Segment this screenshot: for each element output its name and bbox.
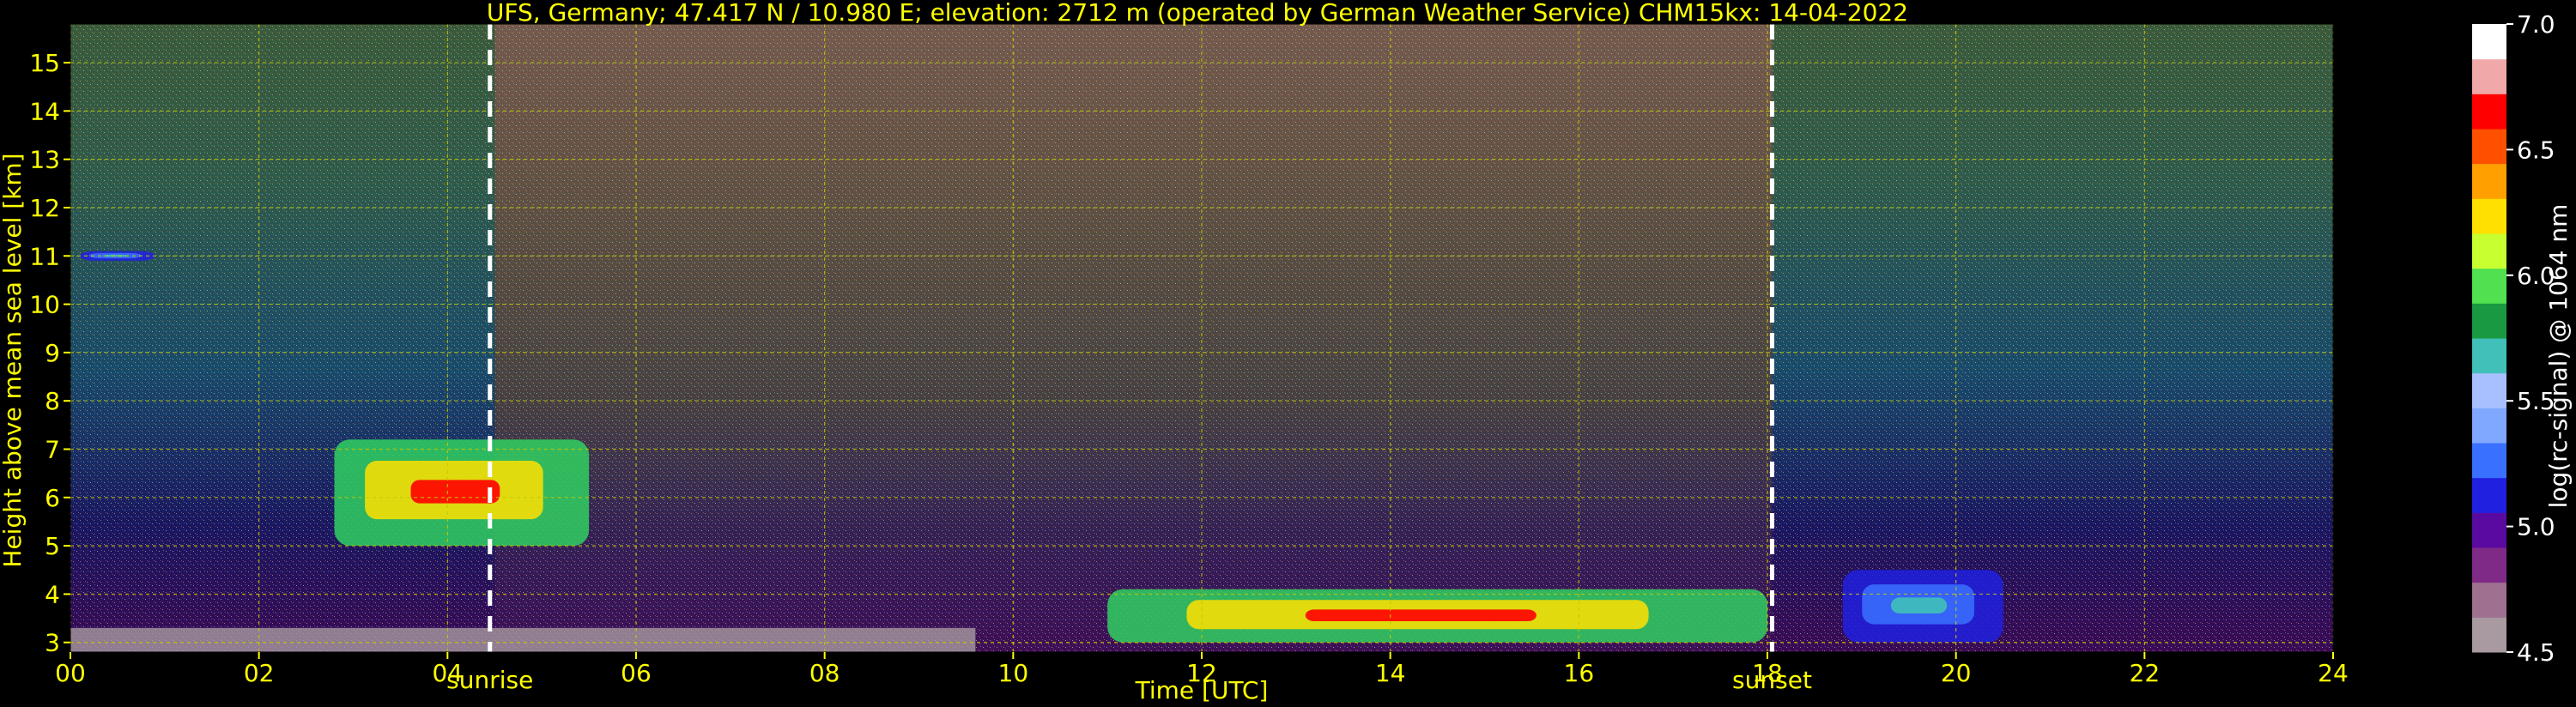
colorbar-segment <box>2472 547 2506 583</box>
y-tick-label: 7 <box>45 436 60 464</box>
x-tick-label: 18 <box>1752 659 1783 687</box>
x-tick-label: 04 <box>433 659 464 687</box>
feature-cloud-core <box>410 480 500 504</box>
colorbar: 4.55.05.56.06.57.0 log(rc-signal) @ 1064… <box>2472 10 2573 667</box>
colorbar-tick-label: 7.0 <box>2517 10 2555 39</box>
x-tick-label: 08 <box>809 659 840 687</box>
x-tick-label: 02 <box>244 659 275 687</box>
colorbar-segment <box>2472 408 2506 444</box>
colorbar-segment <box>2472 512 2506 548</box>
colorbar-segment <box>2472 582 2506 618</box>
colorbar-segment <box>2472 24 2506 60</box>
x-tick-label: 00 <box>55 659 86 687</box>
y-tick-label: 11 <box>29 242 60 270</box>
chart-title: UFS, Germany; 47.417 N / 10.980 E; eleva… <box>487 0 1908 27</box>
feature-ground-layer <box>70 627 976 652</box>
y-axis-ticks: 3 4 5 6 7 8 9 10 11 12 13 14 15 <box>29 49 70 657</box>
y-tick-label: 3 <box>45 629 60 657</box>
colorbar-label: log(rc-signal) @ 1064 nm <box>2544 204 2573 509</box>
y-tick-label: 12 <box>29 194 60 222</box>
y-tick-label: 4 <box>45 580 60 608</box>
x-tick-label: 22 <box>2130 659 2161 687</box>
x-axis-label: Time [UTC] <box>1135 676 1269 704</box>
colorbar-tick-label: 6.5 <box>2517 136 2555 164</box>
y-tick-label: 10 <box>29 291 60 319</box>
colorbar-segment <box>2472 617 2506 653</box>
y-tick-label: 13 <box>29 146 60 174</box>
y-tick-label: 8 <box>45 387 60 415</box>
colorbar-segment <box>2472 338 2506 374</box>
colorbar-segment <box>2472 477 2506 513</box>
colorbar-segment <box>2472 372 2506 408</box>
x-tick-label: 06 <box>621 659 652 687</box>
colorbar-tick-label: 5.0 <box>2517 513 2555 541</box>
colorbar-segment <box>2472 443 2506 479</box>
colorbar-segment <box>2472 233 2506 269</box>
plot-area: sunrise sunset <box>70 23 2334 694</box>
y-tick-label: 9 <box>45 339 60 367</box>
colorbar-tick-label: 4.5 <box>2517 638 2555 667</box>
x-tick-label: 16 <box>1564 659 1595 687</box>
y-tick-label: 6 <box>45 484 60 512</box>
y-tick-label: 5 <box>45 532 60 560</box>
x-tick-label: 20 <box>1941 659 1972 687</box>
colorbar-scale <box>2472 24 2506 653</box>
colorbar-segment <box>2472 129 2506 165</box>
feature-boundary-layer-core <box>1890 597 1948 613</box>
colorbar-segment <box>2472 58 2506 94</box>
signal-noise <box>70 24 2333 652</box>
y-tick-label: 15 <box>29 49 60 77</box>
x-tick-label: 24 <box>2318 659 2349 687</box>
colorbar-segment <box>2472 268 2506 304</box>
y-tick-label: 14 <box>29 97 60 125</box>
colorbar-segment <box>2472 198 2506 234</box>
x-tick-label: 14 <box>1375 659 1406 687</box>
colorbar-segment <box>2472 303 2506 339</box>
y-axis-label: Height above mean sea level [km] <box>0 153 27 567</box>
colorbar-segment <box>2472 94 2506 130</box>
colorbar-segment <box>2472 163 2506 199</box>
feature-boundary-layer-core <box>1305 609 1537 621</box>
ceilometer-chart: sunrise sunset 00 02 04 06 08 10 12 14 16 18 20 22 24… <box>0 0 2573 704</box>
x-tick-label: 10 <box>998 659 1029 687</box>
